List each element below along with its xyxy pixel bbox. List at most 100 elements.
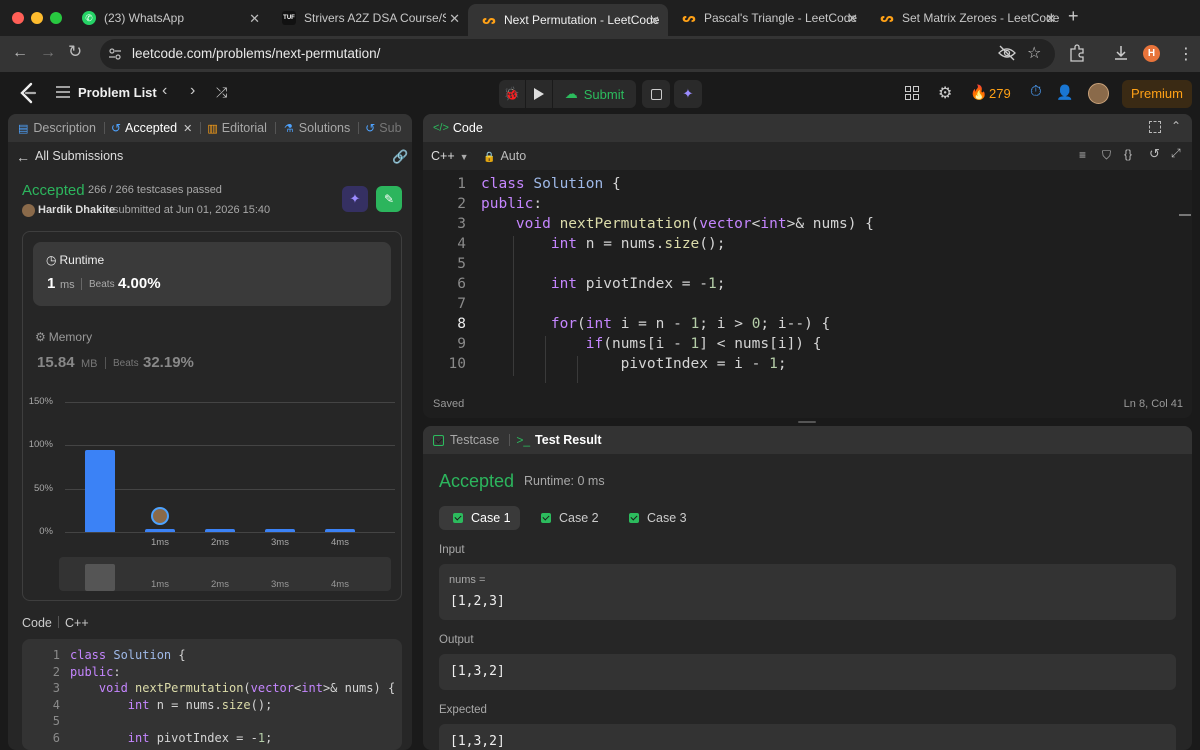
collapse-icon[interactable]: ⌃ [1171, 119, 1181, 133]
runtime-card[interactable]: ◷ Runtime 1 ms Beats 4.00% [33, 242, 391, 306]
minimize-window-button[interactable] [31, 12, 43, 24]
close-tab-icon[interactable]: ✕ [249, 11, 260, 27]
code-line[interactable]: 8 for(int i = n - 1; i > 0; i--) { [423, 316, 1192, 336]
fullscreen-icon[interactable]: ⤢ [1171, 146, 1181, 161]
notes-button[interactable] [642, 80, 670, 108]
close-tab-icon[interactable]: ✕ [449, 11, 460, 27]
site-info-icon[interactable] [108, 47, 122, 61]
close-window-button[interactable] [12, 12, 24, 24]
output-value[interactable]: [1,3,2] [450, 664, 505, 679]
bookmark-icon[interactable]: ⛉ [1102, 148, 1111, 163]
overview-window[interactable] [85, 564, 115, 591]
ai-assistant-button[interactable]: ✦ [674, 80, 702, 108]
case-tab-1[interactable]: Case 1 [439, 506, 520, 530]
run-button[interactable] [526, 80, 552, 108]
problem-list-link[interactable]: Problem List [78, 85, 157, 100]
code-editor[interactable]: 1 class Solution {2 public: 3 void nextPerm… [423, 176, 1192, 383]
chart-bar[interactable] [85, 449, 115, 532]
ai-analyze-button[interactable]: ✦ [342, 186, 368, 212]
browser-tab[interactable]: TUF Strivers A2Z DSA Course/She ✕ [268, 4, 468, 32]
line-number: 3 [52, 681, 60, 695]
browser-tab[interactable]: ᔕ Set Matrix Zeroes - LeetCode ✕ [866, 4, 1064, 32]
case-tab-2[interactable]: Case 2 [527, 506, 608, 530]
timer-icon[interactable]: ⏱ [1030, 83, 1042, 100]
submit-button[interactable]: ☁ Submit [553, 80, 636, 108]
back-arrow-icon[interactable]: ← [16, 149, 30, 165]
code-line[interactable]: 2 public: [423, 196, 1192, 216]
case-tab-3[interactable]: Case 3 [615, 506, 696, 530]
address-bar[interactable]: leetcode.com/problems/next-permutation/ … [100, 39, 1055, 69]
tab-code[interactable]: </> Code [433, 121, 483, 135]
profile-avatar[interactable]: H [1143, 45, 1160, 62]
add-friend-icon[interactable]: 👤 [1056, 84, 1073, 101]
tab-accepted[interactable]: ↺ Accepted ✕ [111, 121, 192, 135]
braces-icon[interactable]: {} [1124, 147, 1132, 161]
shuffle-icon[interactable]: ⤮ [216, 84, 227, 101]
browser-tab[interactable]: ✆ (23) WhatsApp ✕ [68, 4, 268, 32]
browser-menu-icon[interactable]: ⋮ [1178, 44, 1194, 64]
next-problem-icon[interactable]: › [190, 82, 195, 100]
settings-gear-icon[interactable]: ⚙ [938, 83, 952, 103]
prev-problem-icon[interactable]: ‹ [162, 82, 167, 100]
code-line[interactable]: 6 int pivotIndex = -1; [423, 276, 1192, 296]
author-name[interactable]: Hardik Dhakite [38, 204, 115, 216]
forward-arrow-icon[interactable]: → [40, 44, 56, 62]
close-tab-icon[interactable]: ✕ [847, 11, 858, 27]
all-submissions-link[interactable]: All Submissions [35, 149, 123, 163]
autocomplete-mode[interactable]: 🔒 Auto [483, 149, 526, 163]
chart-bar[interactable] [145, 528, 175, 532]
extensions-icon[interactable] [1068, 44, 1086, 62]
code-line[interactable]: 7 [423, 296, 1192, 316]
user-avatar[interactable] [1088, 83, 1109, 104]
streak-fire-icon[interactable]: 🔥 [970, 84, 987, 101]
close-tab-icon[interactable]: ✕ [1045, 11, 1056, 27]
back-arrow-icon[interactable]: ← [12, 44, 28, 62]
code-line[interactable]: 3 void nextPermutation(vector<int>& nums… [423, 216, 1192, 236]
tab-testcase[interactable]: Testcase [433, 433, 499, 447]
layout-grid-icon[interactable] [905, 86, 919, 100]
reload-icon[interactable]: ↻ [68, 42, 82, 62]
code-line[interactable]: 9 if(nums[i - 1] < nums[i]) { [423, 336, 1192, 356]
tab-solutions[interactable]: ⚗ Solutions [284, 121, 350, 135]
tab-test-result[interactable]: >_ Test Result [516, 433, 601, 447]
format-icon[interactable]: ≡ [1079, 148, 1086, 162]
code-line[interactable]: 4 int n = nums.size(); [423, 236, 1192, 256]
divider [81, 278, 82, 290]
resize-handle[interactable] [798, 421, 816, 423]
chart-overview-strip[interactable]: 1ms 2ms 3ms 4ms [59, 557, 391, 591]
leetcode-logo[interactable] [18, 82, 38, 104]
bookmark-star-icon[interactable]: ☆ [1027, 43, 1041, 63]
premium-button[interactable]: Premium [1122, 80, 1192, 108]
code-line[interactable]: 10 pivotIndex = i - 1; [423, 356, 1192, 376]
chart-bar[interactable] [325, 528, 355, 532]
overview-tick-label: 4ms [331, 579, 349, 590]
reset-icon[interactable]: ↺ [1149, 146, 1160, 162]
code-line[interactable]: 5 [423, 256, 1192, 276]
tab-editorial[interactable]: ▥ Editorial [207, 121, 267, 135]
edit-solution-button[interactable]: ✎ [376, 186, 402, 212]
close-tab-icon[interactable]: ✕ [183, 122, 192, 135]
browser-tab[interactable]: ᔕ Pascal's Triangle - LeetCode ✕ [668, 4, 866, 32]
new-tab-icon[interactable]: + [1068, 6, 1079, 27]
expected-value[interactable]: [1,3,2] [450, 734, 505, 749]
input-value[interactable]: [1,2,3] [450, 594, 505, 609]
chart-bar[interactable] [205, 528, 235, 532]
tab-submissions[interactable]: ↺ Sub [365, 121, 401, 135]
memory-heading[interactable]: ⚙ Memory [35, 330, 92, 344]
download-icon[interactable] [1112, 44, 1130, 62]
maximize-icon[interactable] [1149, 121, 1161, 133]
language-select[interactable]: C++ ▼ [431, 149, 469, 163]
code-line[interactable]: 1 class Solution { [423, 176, 1192, 196]
chart-bar[interactable] [265, 528, 295, 532]
submitted-code-block[interactable]: 1 class Solution {2 public: 3 void nextPerm… [22, 639, 402, 750]
debug-button[interactable]: 🐞 [499, 80, 525, 108]
list-icon [56, 86, 70, 98]
your-submission-marker[interactable] [151, 506, 169, 525]
eye-off-icon[interactable] [998, 45, 1016, 64]
runtime-distribution-chart[interactable]: 150% 100% 50% 0% 1ms 2ms 3ms 4ms [23, 382, 401, 552]
browser-tab-active[interactable]: ᔕ Next Permutation - LeetCode ✕ [468, 4, 668, 36]
link-icon[interactable]: 🔗 [392, 149, 408, 165]
maximize-window-button[interactable] [50, 12, 62, 24]
close-tab-icon[interactable]: ✕ [649, 13, 660, 29]
tab-description[interactable]: ▤ Description [18, 121, 96, 135]
